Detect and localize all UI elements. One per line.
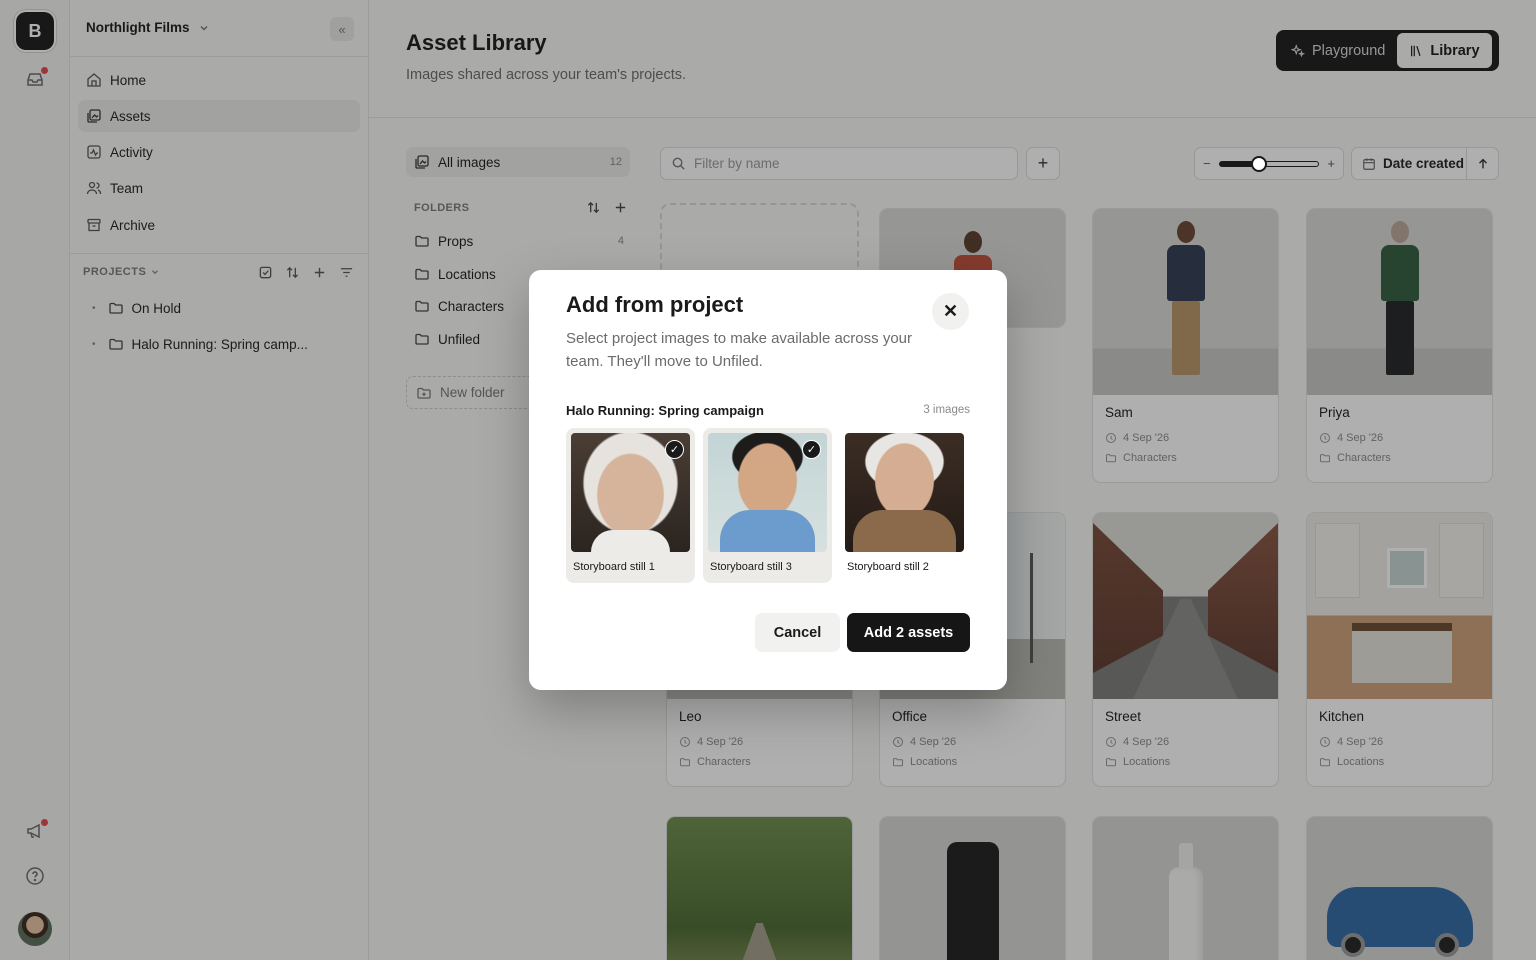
image-caption: Storyboard still 3 [710, 561, 792, 573]
image-thumbnail [845, 433, 964, 552]
image-thumbnail: ✓ [708, 433, 827, 552]
image-thumbnail: ✓ [571, 433, 690, 552]
check-icon: ✓ [665, 440, 684, 459]
dialog-description: Select project images to make available … [566, 330, 912, 370]
cancel-button[interactable]: Cancel [755, 613, 840, 652]
add-from-project-dialog: Add from project ✕ Select project images… [529, 270, 1007, 690]
slider-handle[interactable] [1251, 155, 1268, 172]
add-assets-button[interactable]: Add 2 assets [847, 613, 970, 652]
project-image-option[interactable]: ✓ Storyboard still 3 [703, 428, 832, 583]
project-image-option[interactable]: Storyboard still 2 [840, 428, 969, 583]
project-group-name: Halo Running: Spring campaign [566, 403, 764, 418]
project-group-count: 3 images [923, 404, 970, 416]
image-caption: Storyboard still 2 [847, 561, 929, 573]
check-icon: ✓ [802, 440, 821, 459]
project-image-option[interactable]: ✓ Storyboard still 1 [566, 428, 695, 583]
dialog-title: Add from project [566, 292, 744, 317]
close-icon: ✕ [942, 301, 959, 321]
image-caption: Storyboard still 1 [573, 561, 655, 573]
close-button[interactable]: ✕ [932, 293, 969, 330]
